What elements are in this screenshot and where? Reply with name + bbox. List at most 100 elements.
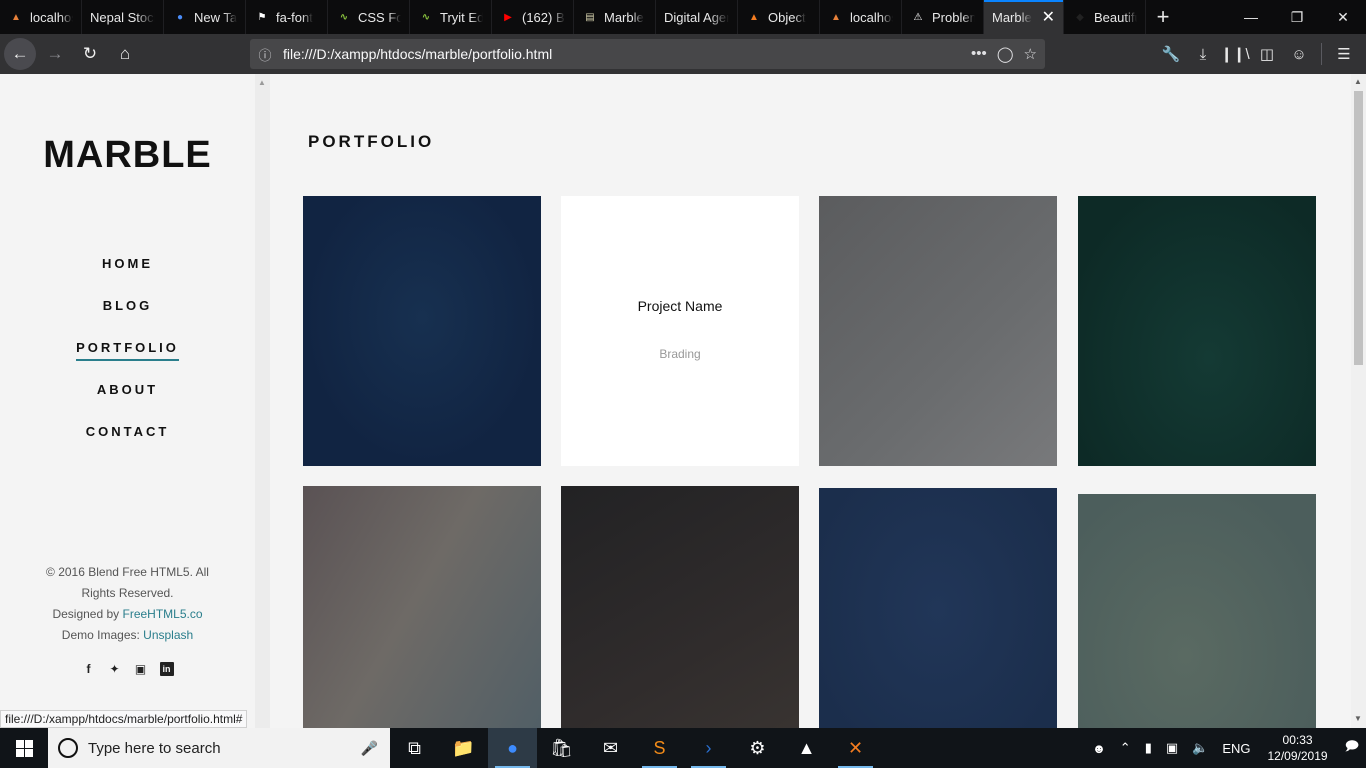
- nav-contact[interactable]: CONTACT: [0, 424, 255, 466]
- show-hidden-icons[interactable]: ⌃: [1113, 740, 1138, 756]
- browser-tab[interactable]: ▤ Marble: [574, 0, 656, 34]
- new-tab-button[interactable]: +: [1146, 0, 1180, 34]
- portfolio-item[interactable]: [303, 486, 541, 728]
- scrollbar-thumb[interactable]: [1354, 91, 1363, 365]
- browser-tab[interactable]: ◆ Beautiful: [1064, 0, 1146, 34]
- home-button[interactable]: ⌂: [109, 38, 141, 70]
- browser-tab[interactable]: ∿ Tryit Ed: [410, 0, 492, 34]
- demo-images: Demo Images: Unsplash: [0, 625, 255, 646]
- volume-icon[interactable]: 🔈: [1185, 740, 1215, 756]
- search-placeholder: Type here to search: [88, 739, 221, 757]
- tab-close-icon[interactable]: ✕: [1042, 7, 1055, 27]
- sidebar-scrollbar[interactable]: ▲: [255, 74, 270, 728]
- flag-tab-icon: ⚑: [257, 11, 267, 23]
- scroll-up-arrow-icon[interactable]: ▲: [1354, 77, 1362, 86]
- minimize-button[interactable]: —: [1228, 0, 1274, 34]
- nav-blog[interactable]: BLOG: [0, 298, 255, 340]
- photos-icon[interactable]: ▲: [782, 728, 831, 768]
- close-window-button[interactable]: ✕: [1320, 0, 1366, 34]
- bookmark-star-icon[interactable]: ☆: [1024, 45, 1037, 63]
- browser-tab[interactable]: ▲ localhost: [820, 0, 902, 34]
- reload-button[interactable]: ↻: [74, 38, 106, 70]
- xampp-icon[interactable]: ✕: [831, 728, 880, 768]
- browser-tab[interactable]: ▲ localhost: [0, 0, 82, 34]
- browser-tab[interactable]: ⚠ Problem: [902, 0, 984, 34]
- browser-tab[interactable]: ∿ CSS For: [328, 0, 410, 34]
- network-icon[interactable]: ▣: [1159, 740, 1185, 756]
- warning-tab-icon: ⚠: [913, 11, 923, 23]
- sublime-text-icon[interactable]: S: [635, 728, 684, 768]
- people-icon[interactable]: ☻: [1085, 741, 1113, 756]
- developer-tools-icon[interactable]: 🔧: [1155, 45, 1187, 63]
- site-logo[interactable]: MARBLE: [0, 134, 255, 177]
- social-links: f ✦ ▣ in: [0, 662, 255, 676]
- window-controls: — ❐ ✕: [1228, 0, 1366, 34]
- nav-blog-label: BLOG: [102, 298, 153, 313]
- portfolio-item[interactable]: [1078, 196, 1316, 466]
- nav-portfolio[interactable]: PORTFOLIO: [0, 340, 255, 382]
- portfolio-item[interactable]: [561, 486, 799, 728]
- freehtml5-link[interactable]: FreeHTML5.co: [123, 607, 203, 621]
- pocket-icon[interactable]: ◯: [997, 45, 1014, 63]
- page-scrollbar[interactable]: ▲ ▼: [1351, 74, 1366, 728]
- address-bar[interactable]: ⓘ file:///D:/xampp/htdocs/marble/portfol…: [250, 39, 1045, 69]
- portfolio-item[interactable]: [1078, 494, 1316, 728]
- start-button[interactable]: [0, 728, 48, 768]
- browser-tab[interactable]: ● New Tab: [164, 0, 246, 34]
- file-explorer-icon[interactable]: 📁: [439, 728, 488, 768]
- copyright-text: © 2016 Blend Free HTML5. All Rights Rese…: [46, 565, 209, 600]
- battery-icon[interactable]: ▮: [1138, 740, 1159, 756]
- xampp-tab-icon: ▲: [749, 11, 759, 23]
- tab-label: Beautiful: [1094, 9, 1137, 25]
- page-actions-icon[interactable]: •••: [971, 45, 987, 63]
- browser-tab[interactable]: Digital Agen: [656, 0, 738, 34]
- twitter-icon[interactable]: ✦: [108, 662, 122, 676]
- browser-tab[interactable]: Marble ✕: [984, 0, 1064, 34]
- firefox-icon[interactable]: ●: [488, 728, 537, 768]
- task-view-icon[interactable]: ⧉: [390, 728, 439, 768]
- scroll-down-arrow-icon[interactable]: ▼: [1354, 714, 1362, 723]
- powershell-icon[interactable]: ›: [684, 728, 733, 768]
- back-button[interactable]: ←: [4, 38, 36, 70]
- browser-tab[interactable]: Nepal Stock: [82, 0, 164, 34]
- taskbar-search[interactable]: Type here to search 🎤: [48, 728, 390, 768]
- microphone-icon[interactable]: 🎤: [361, 740, 378, 757]
- scroll-up-arrow-icon[interactable]: ▲: [258, 78, 266, 87]
- portfolio-item[interactable]: Project Name Brading: [561, 196, 799, 466]
- xampp-tab-icon: ▲: [831, 11, 841, 23]
- tab-label: localhost: [850, 9, 893, 25]
- hamburger-menu-icon[interactable]: ☰: [1328, 45, 1360, 63]
- forward-button[interactable]: →: [39, 38, 71, 70]
- browser-tab[interactable]: ▲ Object: [738, 0, 820, 34]
- url-text[interactable]: file:///D:/xampp/htdocs/marble/portfolio…: [283, 46, 552, 62]
- notifications-icon[interactable]: 🗩: [1338, 737, 1366, 759]
- portfolio-item[interactable]: [819, 196, 1057, 466]
- site-info-icon[interactable]: ⓘ: [250, 45, 280, 64]
- browser-tab[interactable]: ⚑ fa-font: [246, 0, 328, 34]
- nav-about[interactable]: ABOUT: [0, 382, 255, 424]
- instagram-icon[interactable]: ▣: [134, 662, 148, 676]
- browser-tab[interactable]: ▶ (162) Bo: [492, 0, 574, 34]
- mail-icon[interactable]: ✉: [586, 728, 635, 768]
- settings-icon[interactable]: ⚙: [733, 728, 782, 768]
- portfolio-item[interactable]: [303, 196, 541, 466]
- linkedin-icon[interactable]: in: [159, 662, 174, 676]
- tab-label: localhost: [30, 9, 73, 25]
- tab-label: Marble: [604, 9, 644, 25]
- facebook-icon[interactable]: f: [82, 662, 96, 676]
- store-icon[interactable]: 🛍: [537, 728, 586, 768]
- downloads-icon[interactable]: ⤓: [1187, 46, 1219, 63]
- nav-contact-label: CONTACT: [85, 424, 170, 439]
- maximize-button[interactable]: ❐: [1274, 0, 1320, 34]
- chart-tab-icon: ∿: [339, 11, 349, 23]
- account-icon[interactable]: ☺: [1283, 46, 1315, 63]
- unsplash-link[interactable]: Unsplash: [143, 628, 193, 642]
- portfolio-item[interactable]: [819, 488, 1057, 728]
- tab-label: Digital Agen: [664, 9, 729, 25]
- tab-label: Problem: [932, 9, 975, 25]
- nav-home[interactable]: HOME: [0, 256, 255, 298]
- sidebar-toggle-icon[interactable]: ◫: [1251, 45, 1283, 63]
- library-icon[interactable]: ❙❙\: [1219, 45, 1251, 63]
- clock[interactable]: 00:33 12/09/2019: [1258, 732, 1338, 764]
- language-indicator[interactable]: ENG: [1215, 741, 1257, 756]
